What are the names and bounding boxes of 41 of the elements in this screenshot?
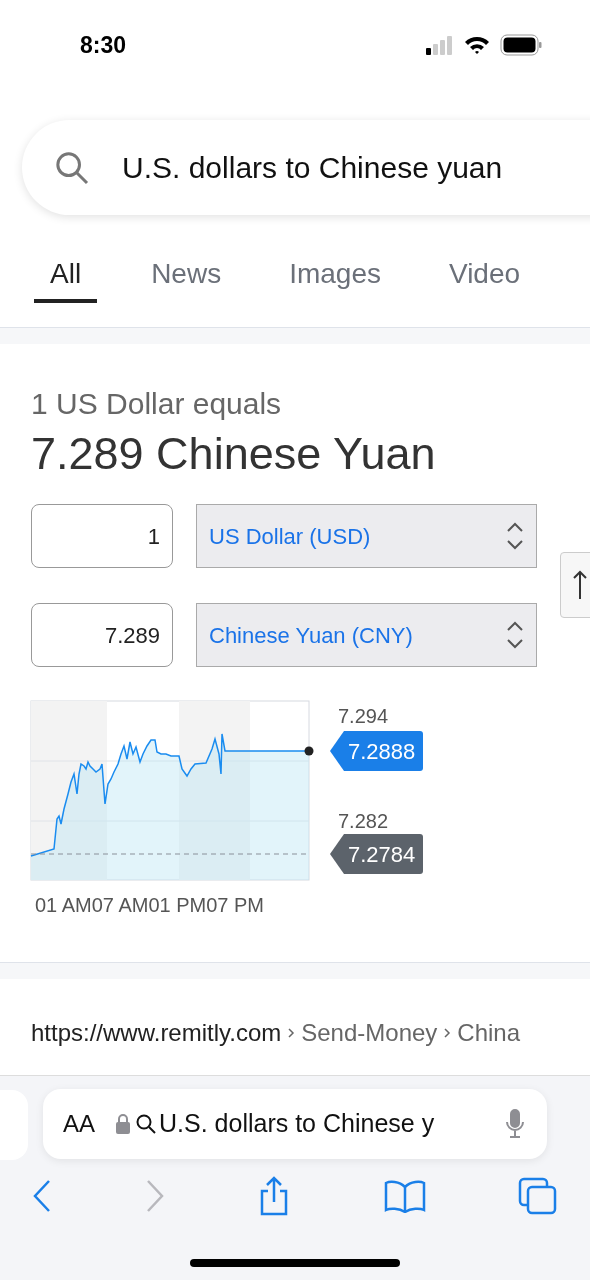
amount-field[interactable]: 1 (31, 504, 173, 568)
currency-select[interactable]: US Dollar (USD) (196, 504, 537, 568)
conversion-caption: 1 US Dollar equals (31, 386, 283, 422)
axis-label: 01 PM (148, 893, 207, 918)
axis-label: 7.282 (338, 811, 389, 831)
text-size-button[interactable]: AA (63, 1106, 95, 1142)
tab[interactable]: Video (432, 253, 537, 303)
breadcrumb-item[interactable]: China (457, 1015, 521, 1051)
axis-label: 07 AM (91, 893, 149, 918)
breadcrumb-item[interactable]: Send-Money (301, 1015, 438, 1051)
scroll-top-button[interactable] (560, 552, 590, 618)
battery-icon (500, 34, 542, 56)
search-icon (135, 1113, 157, 1135)
tabs-icon[interactable] (518, 1177, 558, 1215)
chevron-icon (506, 620, 524, 650)
price-tag: 7.2784 (330, 834, 424, 874)
result-url[interactable]: https://www.remitly.com (31, 1015, 282, 1051)
axis-label: 01 AM (35, 893, 92, 918)
back-icon[interactable] (32, 1179, 52, 1213)
chevron-icon (506, 521, 524, 551)
tab[interactable]: All (34, 253, 98, 303)
address-bar[interactable]: AA U.S. dollars to Chinese y (43, 1089, 547, 1159)
price-tag: 7.2888 (330, 731, 424, 771)
address-text: U.S. dollars to Chinese y (159, 1108, 435, 1140)
signal-icon (426, 35, 454, 55)
search-field[interactable]: U.S. dollars to Chinese yuan (22, 120, 590, 215)
tab[interactable]: Images (273, 253, 397, 303)
breadcrumb-chevron-icon (443, 1027, 452, 1039)
arrow-up-icon (573, 570, 587, 600)
lock-icon (115, 1113, 131, 1135)
status-time: 8:30 (80, 30, 127, 60)
wifi-icon (464, 35, 490, 55)
conversion-result: 7.289 Chinese Yuan (31, 427, 437, 481)
axis-label: 07 PM (206, 893, 265, 918)
breadcrumb-chevron-icon (287, 1027, 296, 1039)
currency-select[interactable]: Chinese Yuan (CNY) (196, 603, 537, 667)
book-icon[interactable] (383, 1179, 426, 1213)
axis-label: 7.294 (338, 706, 389, 726)
tab[interactable]: News (135, 253, 238, 303)
microphone-icon[interactable] (505, 1109, 525, 1139)
amount-field[interactable]: 7.289 (31, 603, 173, 667)
